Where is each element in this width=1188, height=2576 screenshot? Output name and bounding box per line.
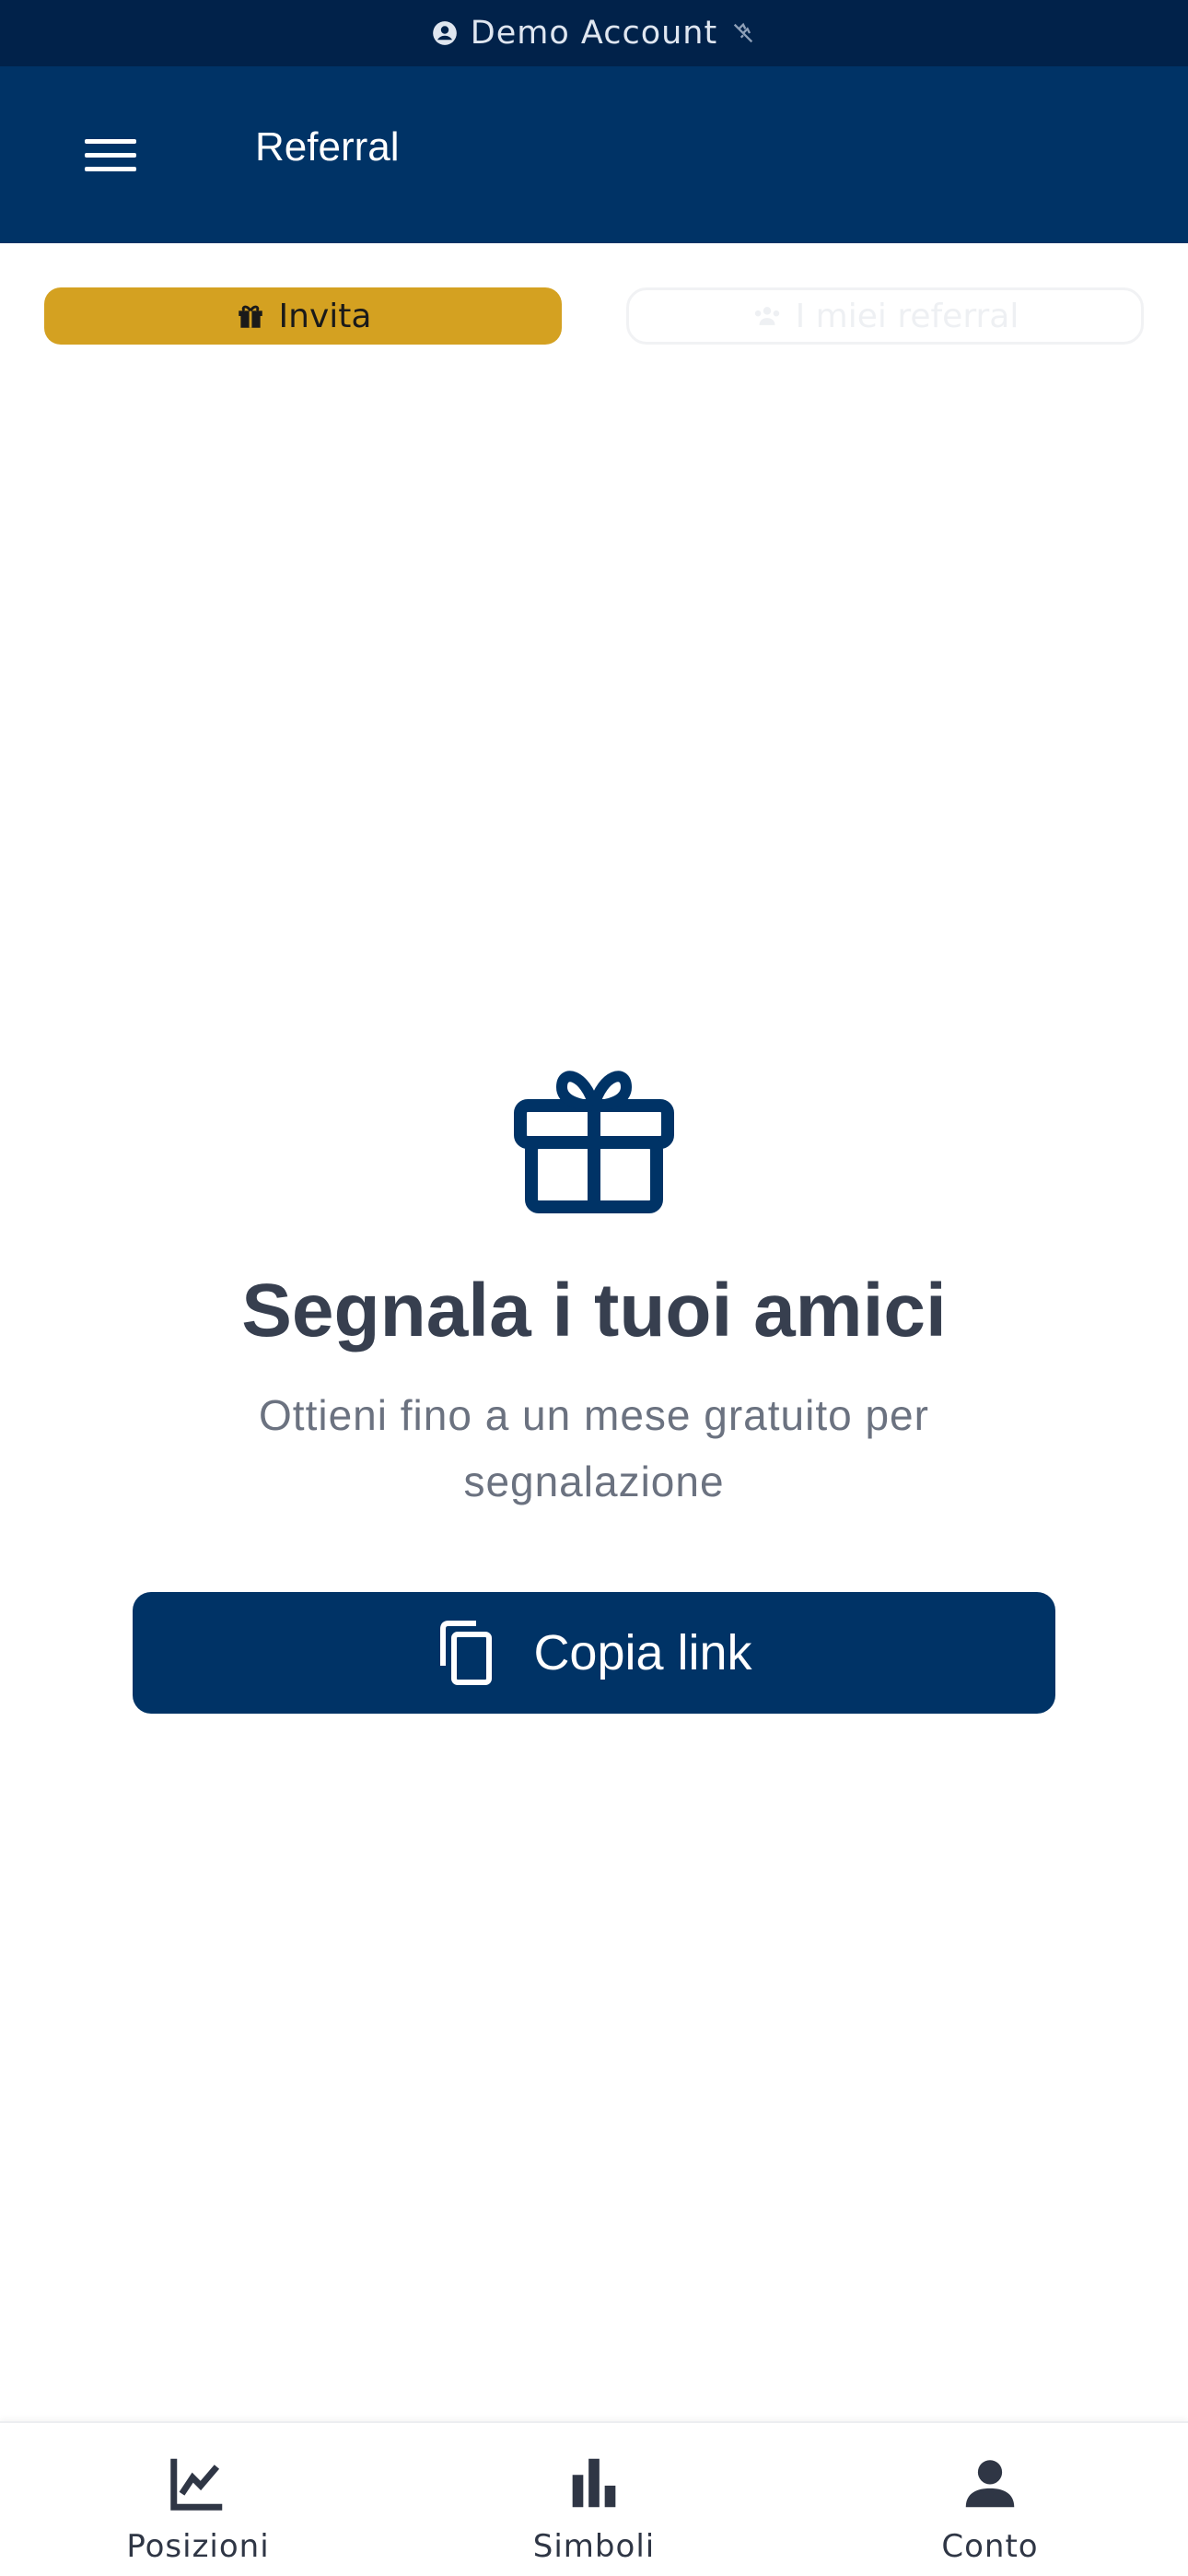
tab-my-referrals-label: I miei referral: [795, 297, 1019, 335]
copy-link-button[interactable]: Copia link: [133, 1592, 1055, 1714]
line-chart-icon: [170, 2458, 223, 2511]
person-icon: [965, 2460, 1015, 2508]
bar-chart-icon: [572, 2458, 616, 2508]
signal-off-icon: [734, 22, 753, 43]
tab-invite[interactable]: Invita: [44, 287, 562, 345]
nav-label-account: Conto: [941, 2528, 1039, 2565]
tab-my-referrals[interactable]: I miei referral: [626, 287, 1144, 345]
nav-item-account[interactable]: Conto: [792, 2423, 1188, 2576]
hamburger-menu-icon: [85, 139, 136, 171]
nav-item-symbols[interactable]: Simboli: [396, 2423, 792, 2576]
hero-subtitle: Ottieni fino a un mese gratuito per segn…: [259, 1391, 929, 1505]
account-circle-icon: [432, 21, 457, 45]
account-label: Demo Account: [470, 15, 718, 52]
users-icon: [754, 307, 779, 325]
copy-icon: [440, 1621, 493, 1685]
page-title: Referral: [255, 124, 400, 170]
hero-title: Segnala i tuoi amici: [241, 1269, 947, 1352]
nav-label-symbols: Simboli: [532, 2528, 656, 2565]
nav-label-positions: Posizioni: [126, 2528, 270, 2565]
gift-icon: [238, 305, 262, 328]
referral-tabs: Invita I miei referral: [44, 287, 1144, 345]
nav-item-positions[interactable]: Posizioni: [0, 2423, 396, 2576]
copy-link-label: Copia link: [533, 1625, 752, 1680]
app-header: Referral: [0, 66, 1188, 243]
referral-hero: Segnala i tuoi amici Ottieni fino a un m…: [0, 1060, 1188, 1515]
status-bar: Demo Account: [0, 0, 1188, 66]
tab-invite-label: Invita: [278, 297, 372, 335]
gift-icon: [514, 1071, 674, 1213]
menu-button[interactable]: [74, 133, 147, 179]
bottom-nav: Posizioni Simboli Conto: [0, 2421, 1188, 2576]
